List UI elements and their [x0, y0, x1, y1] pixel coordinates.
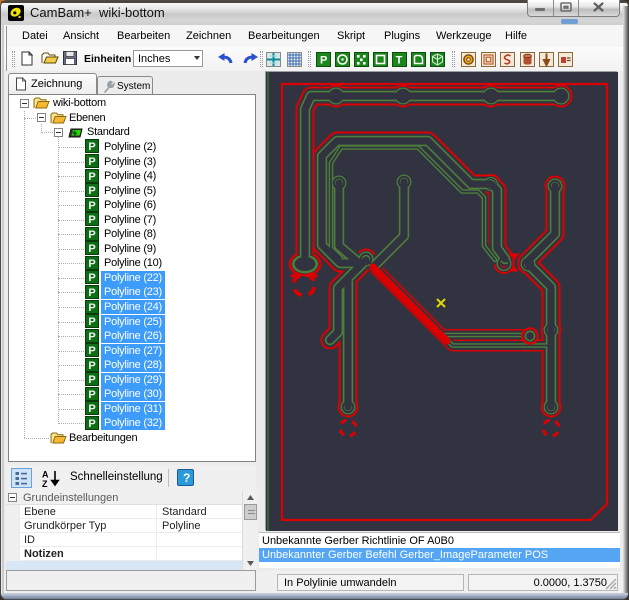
svg-text:P: P: [88, 156, 95, 168]
svg-text:P: P: [88, 360, 95, 372]
svg-text:P: P: [88, 272, 95, 284]
svg-text:P: P: [320, 55, 327, 67]
svg-text:P: P: [88, 316, 95, 328]
svg-text:P: P: [88, 374, 95, 386]
svg-text:P: P: [88, 185, 95, 197]
svg-text:P: P: [88, 200, 95, 212]
svg-text:P: P: [88, 171, 95, 183]
svg-text:P: P: [88, 345, 95, 357]
svg-text:P: P: [88, 287, 95, 299]
svg-text:P: P: [88, 302, 95, 314]
svg-text:P: P: [88, 258, 95, 270]
svg-text:P: P: [88, 389, 95, 401]
svg-text:P: P: [88, 418, 95, 430]
svg-text:P: P: [88, 141, 95, 153]
svg-text:P: P: [88, 214, 95, 226]
svg-text:Z: Z: [42, 479, 48, 488]
svg-text:P: P: [88, 243, 95, 255]
svg-text:P: P: [88, 229, 95, 241]
svg-text:P: P: [88, 331, 95, 343]
svg-text:P: P: [88, 403, 95, 415]
svg-text:A: A: [42, 470, 49, 480]
svg-text:T: T: [396, 55, 403, 67]
